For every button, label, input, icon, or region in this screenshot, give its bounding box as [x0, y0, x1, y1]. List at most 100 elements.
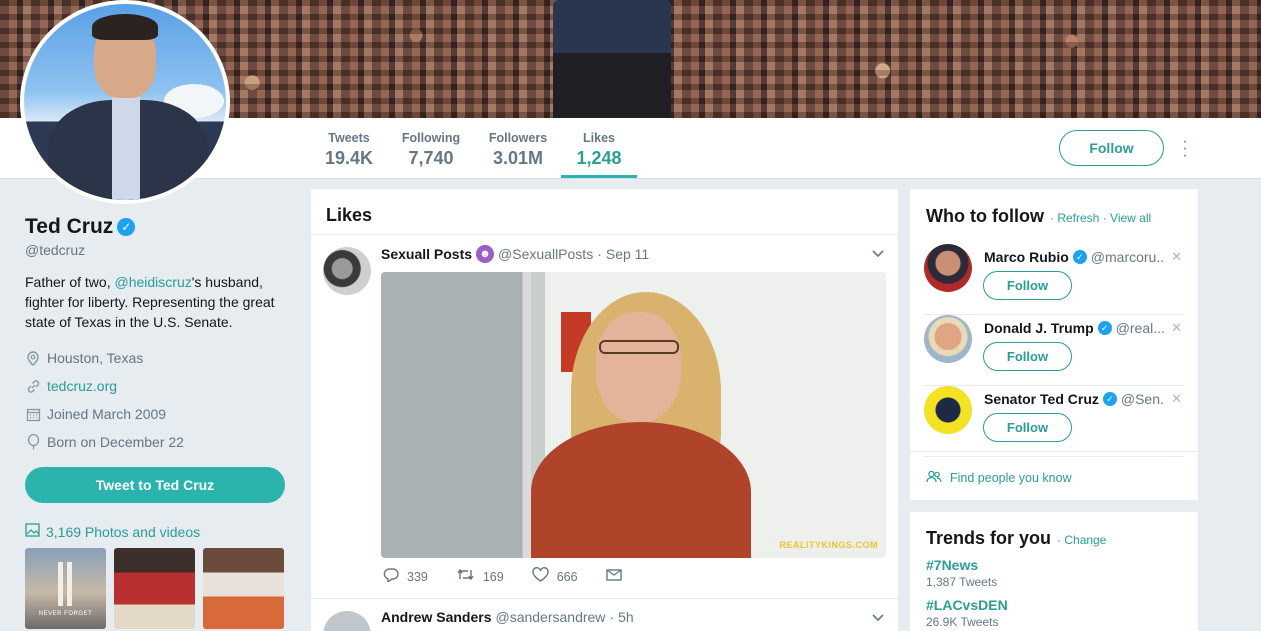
tweet-actions: 339 169 666 — [383, 567, 650, 586]
retweet-action[interactable]: 169 — [456, 568, 504, 585]
profile-avatar[interactable] — [20, 0, 230, 204]
trend-item[interactable]: #7News 1,387 Tweets — [926, 557, 1182, 589]
tweet[interactable]: Andrew Sanders @sandersandrew · 5h — [311, 599, 898, 631]
tweet-avatar[interactable] — [323, 247, 371, 295]
change-trends-link[interactable]: · Change — [1057, 533, 1106, 547]
more-vertical-icon[interactable]: · · · — [1178, 134, 1192, 164]
like-count: 666 — [556, 569, 578, 584]
trend-name[interactable]: #7News — [926, 557, 1182, 573]
change-label[interactable]: Change — [1064, 533, 1106, 547]
follow-button[interactable]: Follow — [1059, 130, 1164, 166]
joined-text: Joined March 2009 — [47, 406, 167, 422]
suggestion-follow-button[interactable]: Follow — [983, 271, 1072, 300]
media-person-face — [596, 312, 681, 422]
profile-website[interactable]: tedcruz.org — [25, 372, 290, 400]
thumbnail-caption: NEVER FORGET — [38, 611, 93, 617]
tweet-to-button[interactable]: Tweet to Ted Cruz — [25, 467, 285, 503]
stat-value: 1,248 — [576, 148, 622, 168]
tweet-timestamp[interactable]: 5h — [618, 609, 634, 625]
tower-shape — [58, 562, 63, 606]
verified-badge-icon: ✓ — [1097, 321, 1112, 335]
like-action[interactable]: 666 — [532, 567, 578, 586]
media-thumbnail[interactable]: NEVER FORGET — [25, 548, 106, 629]
balloon-icon — [25, 434, 41, 450]
banner-speaker-figure — [553, 0, 671, 118]
avatar-hair — [92, 14, 158, 40]
profile-joined: Joined March 2009 — [25, 400, 290, 428]
avatar-shirt — [112, 96, 140, 200]
trend-name[interactable]: #LACvsDEN — [926, 597, 1182, 613]
close-icon[interactable]: ✕ — [1171, 249, 1182, 265]
location-pin-icon — [25, 350, 41, 366]
profile-location: Houston, Texas — [25, 344, 290, 372]
separator-dot: · — [597, 246, 602, 262]
verified-badge-icon: ✓ — [1072, 250, 1087, 264]
tweet-author-name[interactable]: Andrew Sanders — [381, 609, 491, 625]
envelope-icon — [605, 568, 622, 585]
suggestion-avatar[interactable] — [924, 244, 972, 292]
find-people-link[interactable]: Find people you know — [910, 451, 1198, 486]
close-icon[interactable]: ✕ — [1171, 391, 1182, 407]
suggestion-avatar[interactable] — [924, 386, 972, 434]
suggestion-follow-button[interactable]: Follow — [983, 413, 1072, 442]
verified-badge-icon: ✓ — [1102, 392, 1117, 406]
profile-born: Born on December 22 — [25, 428, 290, 456]
separator-dot: · — [1049, 211, 1054, 225]
suggestion-name[interactable]: Donald J. Trump — [984, 320, 1094, 336]
suggestion-item[interactable]: Donald J. Trump ✓ @real... ✕ Follow — [924, 315, 1184, 386]
media-thumbnail[interactable] — [114, 548, 195, 629]
tweet-timestamp[interactable]: Sep 11 — [606, 246, 649, 262]
calendar-icon — [25, 406, 41, 422]
link-icon — [25, 378, 41, 394]
find-people-label[interactable]: Find people you know — [950, 471, 1072, 485]
suggestion-name[interactable]: Marco Rubio — [984, 249, 1069, 265]
stat-likes[interactable]: Likes 1,248 — [561, 118, 637, 178]
stat-label: Followers — [488, 131, 548, 145]
media-thumbnail[interactable] — [203, 548, 284, 629]
chevron-down-icon[interactable] — [872, 247, 884, 261]
tweet-avatar[interactable] — [323, 611, 371, 631]
trend-count: 1,387 Tweets — [926, 575, 998, 589]
tweet[interactable]: Sexuall Posts ☻ @SexuallPosts · Sep 11 R… — [311, 235, 898, 599]
trend-item[interactable]: #LACvsDEN 26.9K Tweets — [926, 597, 1182, 629]
suggestion-handle[interactable]: @real... — [1116, 320, 1164, 336]
suggestion-name[interactable]: Senator Ted Cruz — [984, 391, 1099, 407]
close-icon[interactable]: ✕ — [1171, 320, 1182, 336]
tweet-header: Sexuall Posts ☻ @SexuallPosts · Sep 11 — [381, 245, 649, 263]
photos-videos-label[interactable]: 3,169 Photos and videos — [46, 524, 200, 540]
stat-value: 19.4K — [325, 148, 374, 168]
direct-message-action[interactable] — [605, 568, 622, 585]
chevron-down-icon[interactable] — [872, 611, 884, 625]
profile-name[interactable]: Ted Cruz — [25, 215, 113, 239]
likes-timeline: Likes Sexuall Posts ☻ @SexuallPosts · Se… — [311, 189, 898, 631]
reply-icon — [383, 567, 399, 586]
view-all-link[interactable]: View all — [1110, 211, 1151, 225]
suggestion-item[interactable]: Senator Ted Cruz ✓ @Sen... ✕ Follow — [924, 386, 1184, 457]
reply-action[interactable]: 339 — [383, 567, 428, 586]
tweet-media[interactable]: REALITYKINGS.COM — [381, 272, 886, 558]
suggestion-item[interactable]: Marco Rubio ✓ @marcoru... ✕ Follow — [924, 244, 1184, 315]
stat-followers[interactable]: Followers 3.01M — [488, 118, 548, 178]
retweet-icon — [456, 568, 475, 585]
retweet-count: 169 — [482, 569, 504, 584]
website-link[interactable]: tedcruz.org — [47, 378, 117, 394]
tweet-author-handle[interactable]: @SexuallPosts — [498, 246, 593, 262]
media-thumbnails: NEVER FORGET — [25, 548, 290, 629]
suggestion-handle[interactable]: @Sen... — [1121, 391, 1164, 407]
verified-badge-icon: ✓ — [117, 218, 136, 236]
media-watermark: REALITYKINGS.COM — [779, 540, 878, 550]
stat-tweets[interactable]: Tweets 19.4K — [325, 118, 373, 178]
photos-videos-link[interactable]: 3,169 Photos and videos — [25, 523, 290, 540]
media-person-glasses — [599, 340, 679, 354]
suggestion-follow-button[interactable]: Follow — [983, 342, 1072, 371]
refresh-link[interactable]: Refresh — [1057, 211, 1099, 225]
tweet-author-handle[interactable]: @sandersandrew — [495, 609, 605, 625]
suggestion-handle[interactable]: @marcoru... — [1091, 249, 1164, 265]
bio-mention-link[interactable]: @heidiscruz — [114, 274, 191, 290]
suggestion-avatar[interactable] — [924, 315, 972, 363]
profile-handle[interactable]: @tedcruz — [25, 242, 290, 258]
stat-following[interactable]: Following 7,740 — [401, 118, 461, 178]
tweet-author-name[interactable]: Sexuall Posts — [381, 246, 472, 262]
image-icon — [25, 523, 40, 540]
stat-label: Following — [401, 131, 461, 145]
